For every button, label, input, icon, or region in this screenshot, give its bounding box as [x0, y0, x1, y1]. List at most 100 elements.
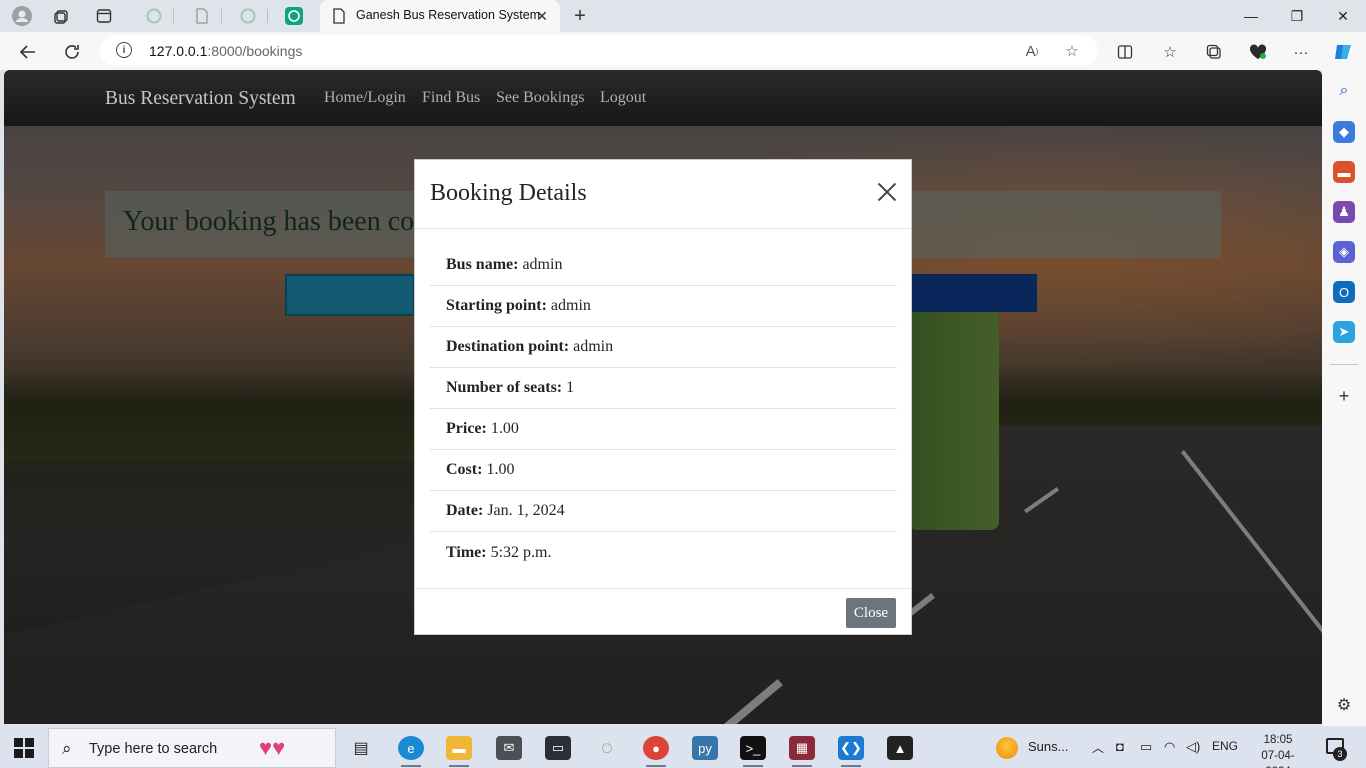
- search-placeholder: Type here to search: [89, 741, 218, 757]
- active-tab[interactable]: Ganesh Bus Reservation System ✕: [320, 0, 560, 32]
- settings-gear-icon[interactable]: ⚙: [1333, 694, 1355, 716]
- modal-title: Booking Details: [430, 180, 587, 206]
- workspaces-icon[interactable]: [50, 4, 74, 28]
- task-view-icon[interactable]: ▤: [348, 736, 374, 760]
- meet-now-icon[interactable]: ◘: [1116, 739, 1124, 754]
- running-indicator: [792, 765, 812, 767]
- show-hidden-icons-chevron-icon[interactable]: ︿: [1092, 739, 1104, 756]
- collections-icon[interactable]: [1202, 40, 1226, 64]
- running-indicator: [401, 765, 421, 767]
- games-icon[interactable]: ♟: [1333, 201, 1355, 223]
- detail-starting-point: Starting point: admin: [430, 286, 897, 327]
- minimize-button[interactable]: —: [1228, 0, 1274, 32]
- wifi-icon[interactable]: ◠: [1164, 739, 1175, 755]
- detail-bus-name: Bus name: admin: [430, 245, 897, 286]
- tools-briefcase-icon[interactable]: ▬: [1333, 161, 1355, 183]
- nav-home-login[interactable]: Home/Login: [324, 89, 406, 107]
- search-icon: ⌕: [62, 739, 72, 758]
- nav-find-bus[interactable]: Find Bus: [422, 89, 480, 107]
- pinned-tab-document[interactable]: [182, 5, 222, 27]
- pinned-tab-chatgpt-1[interactable]: [134, 5, 174, 27]
- pinned-tab-chatgpt-2[interactable]: [228, 5, 268, 27]
- sync-app-icon[interactable]: ◌: [594, 736, 620, 760]
- volume-icon[interactable]: ◁): [1186, 739, 1200, 755]
- weather-sun-icon[interactable]: [996, 737, 1018, 759]
- photos-icon[interactable]: ▲: [887, 736, 913, 760]
- file-explorer-icon[interactable]: ▬: [446, 736, 472, 760]
- favorites-icon[interactable]: ☆: [1158, 40, 1182, 64]
- browser-essentials-icon[interactable]: [1246, 40, 1270, 64]
- modal-footer: Close: [415, 588, 911, 635]
- nav-see-bookings[interactable]: See Bookings: [496, 89, 584, 107]
- close-icon[interactable]: [875, 180, 899, 204]
- outlook-icon[interactable]: O: [1333, 281, 1355, 303]
- booking-details-modal: Booking Details Bus name: admin Starting …: [414, 159, 912, 635]
- search-icon[interactable]: ⌕: [1333, 80, 1355, 102]
- page-icon: [333, 8, 345, 24]
- edge-sidebar: ⌕ ◆ ▬ ♟ ◈ O ➤ + ⚙: [1322, 70, 1366, 726]
- booking-detail-list: Bus name: admin Starting point: admin Dest…: [430, 245, 897, 573]
- terminal-window-icon[interactable]: ▭: [545, 736, 571, 760]
- vscode-icon[interactable]: ❮❯: [838, 736, 864, 760]
- detail-destination-point: Destination point: admin: [430, 327, 897, 368]
- taskbar-search-box[interactable]: ⌕ Type here to search ♥♥: [48, 728, 336, 768]
- maximize-button[interactable]: ❐: [1274, 0, 1320, 32]
- more-menu-icon[interactable]: ···: [1289, 40, 1313, 64]
- back-arrow-icon[interactable]: [14, 38, 42, 66]
- clock-time: 18:05: [1263, 734, 1293, 746]
- command-prompt-icon[interactable]: >_: [740, 736, 766, 760]
- shopping-tag-icon[interactable]: ◆: [1333, 121, 1355, 143]
- edge-browser-icon[interactable]: e: [398, 736, 424, 760]
- running-indicator: [449, 765, 469, 767]
- running-indicator: [841, 765, 861, 767]
- favorite-star-icon[interactable]: ☆: [1062, 41, 1082, 61]
- page-viewport: Bus Reservation System Home/Login Find B…: [4, 70, 1322, 724]
- system-clock[interactable]: 18:05 07-04-2024: [1250, 732, 1306, 768]
- address-bar[interactable]: i 127.0.0.1:8000/bookings A) ☆: [100, 35, 1098, 66]
- detail-time: Time: 5:32 p.m.: [446, 543, 552, 561]
- chatgpt-icon: [285, 7, 303, 25]
- close-button[interactable]: Close: [846, 598, 896, 628]
- microsoft-365-icon[interactable]: ◈: [1333, 241, 1355, 263]
- browser-toolbar: i 127.0.0.1:8000/bookings A) ☆ ☆ ···: [0, 32, 1366, 70]
- split-screen-icon[interactable]: [1113, 40, 1137, 64]
- detail-price: Price: 1.00: [430, 409, 897, 450]
- detail-date: Date: Jan. 1, 2024: [430, 491, 897, 532]
- profile-icon[interactable]: [10, 4, 34, 28]
- chatgpt-icon: [240, 8, 256, 24]
- site-info-icon[interactable]: i: [116, 42, 132, 58]
- notification-count-badge: 3: [1333, 747, 1347, 761]
- winrar-icon[interactable]: ▦: [789, 736, 815, 760]
- weather-text[interactable]: Suns...: [1028, 739, 1068, 754]
- chatgpt-icon: [146, 8, 162, 24]
- modal-header: Booking Details: [415, 160, 911, 229]
- read-aloud-icon[interactable]: A): [1022, 41, 1042, 61]
- mail-icon[interactable]: ✉: [496, 736, 522, 760]
- site-brand[interactable]: Bus Reservation System: [105, 88, 296, 110]
- clock-date: 07-04-2024: [1261, 750, 1295, 768]
- telegram-send-icon[interactable]: ➤: [1333, 321, 1355, 343]
- python-icon[interactable]: py: [692, 736, 718, 760]
- pinned-tab-chatgpt-3[interactable]: [274, 5, 314, 27]
- windows-start-icon[interactable]: [14, 738, 34, 758]
- language-indicator[interactable]: ENG: [1212, 739, 1238, 753]
- site-navbar: Bus Reservation System Home/Login Find B…: [4, 70, 1322, 126]
- refresh-icon[interactable]: [58, 38, 86, 66]
- tab-actions-icon[interactable]: [92, 4, 116, 28]
- tab-close-icon[interactable]: ✕: [532, 6, 552, 26]
- sidebar-divider: [1330, 364, 1358, 365]
- url-text: 127.0.0.1:8000/bookings: [149, 43, 303, 59]
- search-highlight-hearts-icon: ♥♥: [259, 735, 286, 760]
- new-tab-button[interactable]: +: [568, 4, 592, 28]
- detail-number-of-seats: Number of seats: 1: [430, 368, 897, 409]
- window-close-button[interactable]: ✕: [1320, 0, 1366, 32]
- nav-logout[interactable]: Logout: [600, 89, 646, 107]
- detail-cost: Cost: 1.00: [430, 450, 897, 491]
- add-icon[interactable]: +: [1333, 385, 1355, 407]
- chrome-icon[interactable]: ●: [643, 736, 669, 760]
- copilot-icon[interactable]: [1331, 40, 1355, 64]
- battery-icon[interactable]: ▭: [1140, 739, 1152, 755]
- windows-taskbar: ⌕ Type here to search ♥♥ ▤ e ▬ ✉ ▭ ◌ ● p…: [0, 728, 1366, 768]
- browser-tab-strip: Ganesh Bus Reservation System ✕ + — ❐ ✕: [0, 0, 1366, 32]
- page-icon: [196, 8, 208, 24]
